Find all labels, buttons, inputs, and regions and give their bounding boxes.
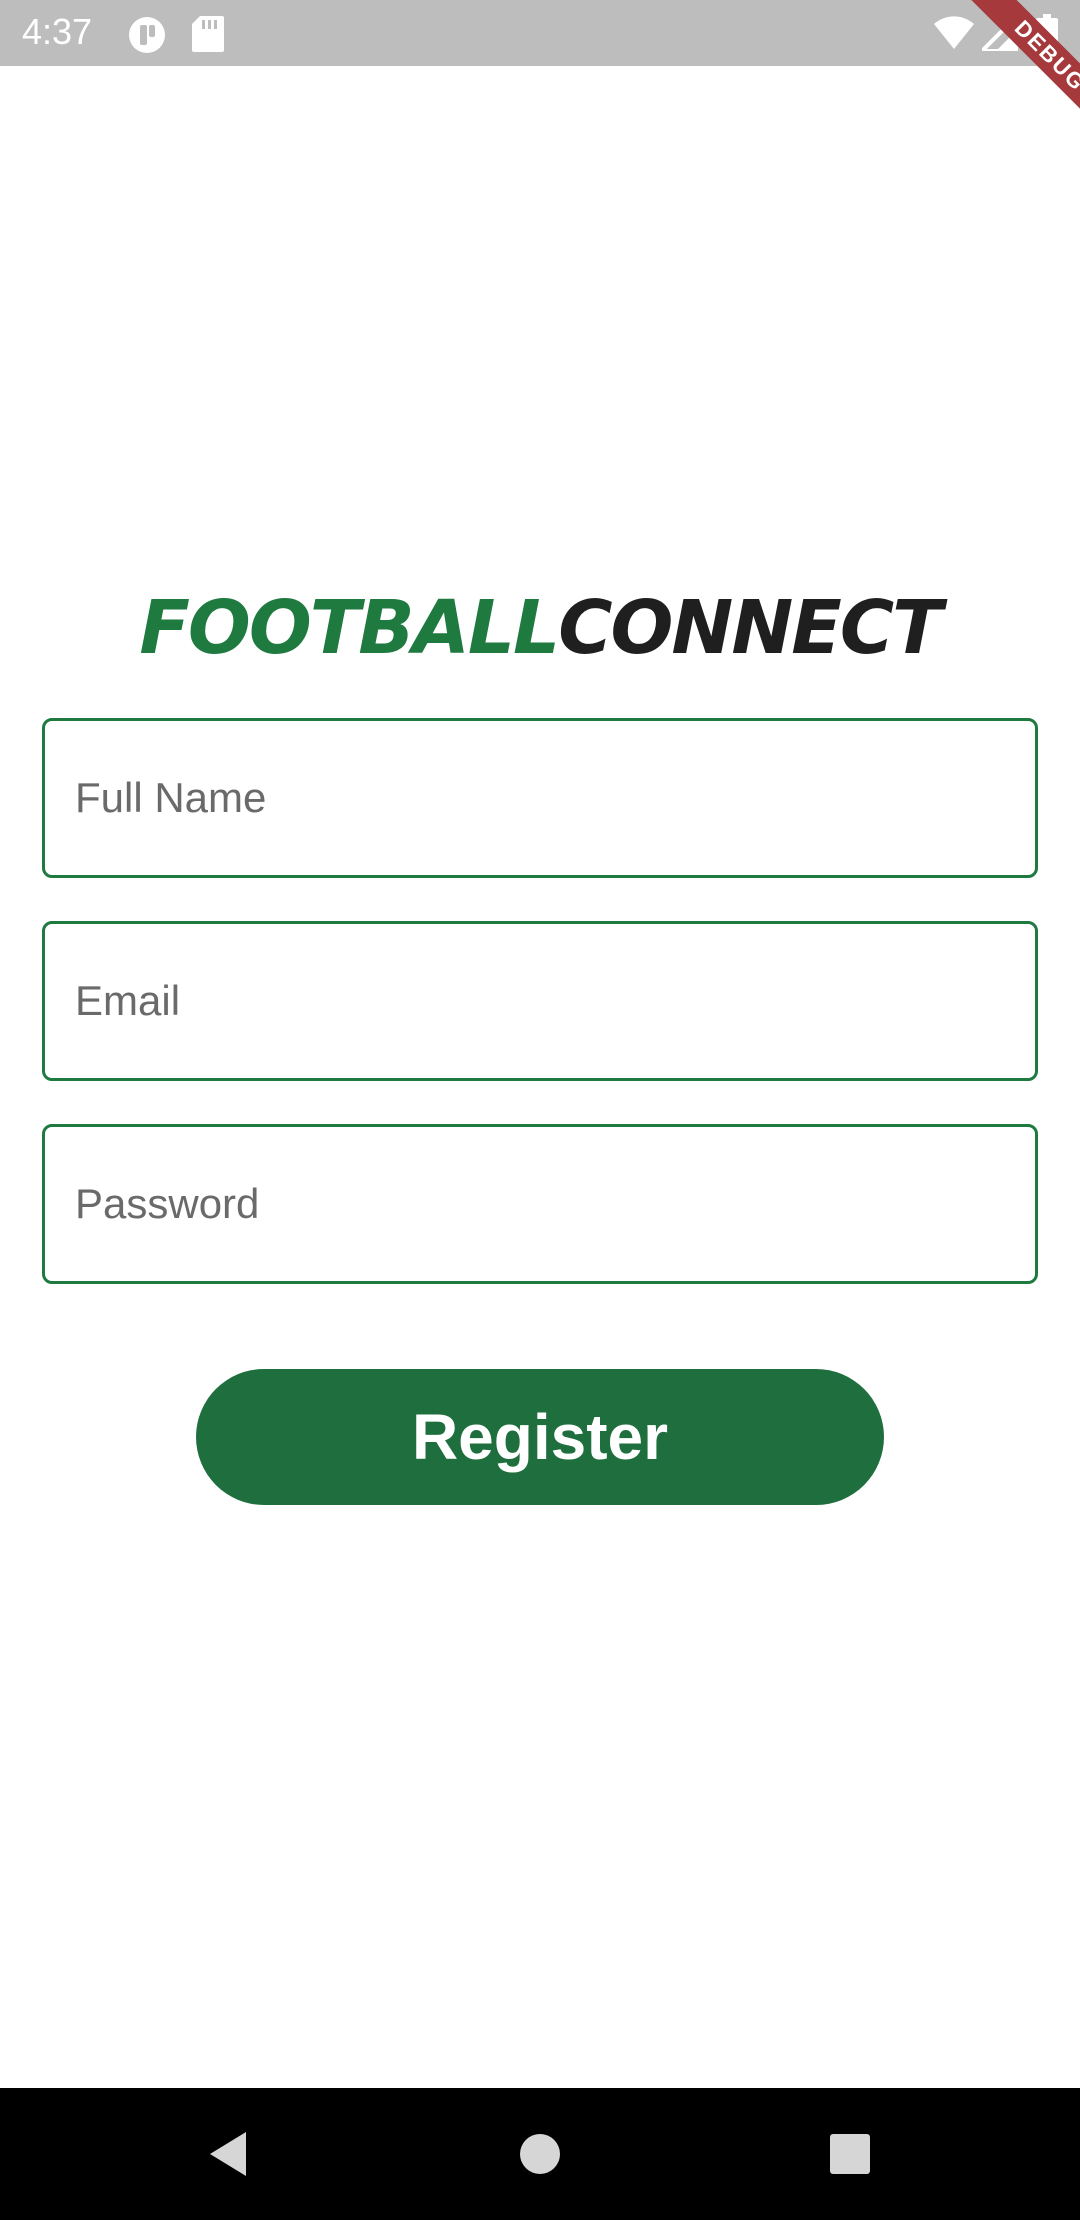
email-input[interactable] (75, 924, 1005, 1078)
status-bar: 4:37 (0, 0, 1080, 66)
status-time: 4:37 (22, 11, 93, 52)
tunnel-icon (129, 17, 165, 53)
sd-card-icon (192, 16, 224, 52)
full-name-input[interactable] (75, 721, 1005, 875)
home-icon[interactable] (506, 2120, 574, 2188)
logo-text-football: FOOTBALL (139, 585, 560, 671)
password-input[interactable] (75, 1127, 1005, 1281)
full-name-field[interactable] (42, 718, 1038, 878)
wifi-icon (934, 16, 974, 50)
back-icon[interactable] (196, 2120, 264, 2188)
app-logo: FOOTBALLCONNECT (130, 578, 950, 678)
password-field[interactable] (42, 1124, 1038, 1284)
logo-text-connect: CONNECT (558, 585, 942, 671)
navigation-bar (0, 2088, 1080, 2220)
register-button[interactable]: Register (196, 1369, 884, 1505)
email-field[interactable] (42, 921, 1038, 1081)
recents-icon[interactable] (816, 2120, 884, 2188)
